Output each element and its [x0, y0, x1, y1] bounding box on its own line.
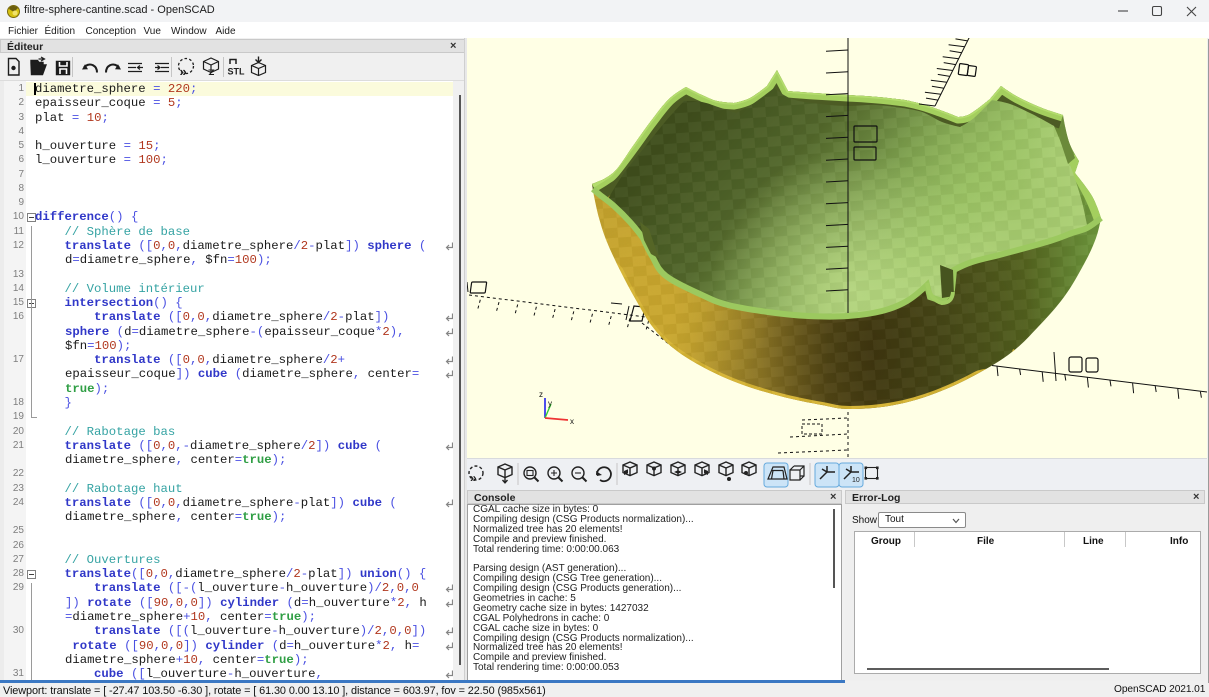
- svg-text:STL: STL: [228, 67, 246, 77]
- svg-text:»: »: [470, 471, 477, 485]
- svg-text:y: y: [548, 399, 552, 408]
- svg-text:x: x: [570, 417, 574, 426]
- svg-text:10: 10: [852, 477, 860, 484]
- svg-text:z: z: [539, 390, 543, 399]
- svg-text:»: »: [180, 64, 187, 79]
